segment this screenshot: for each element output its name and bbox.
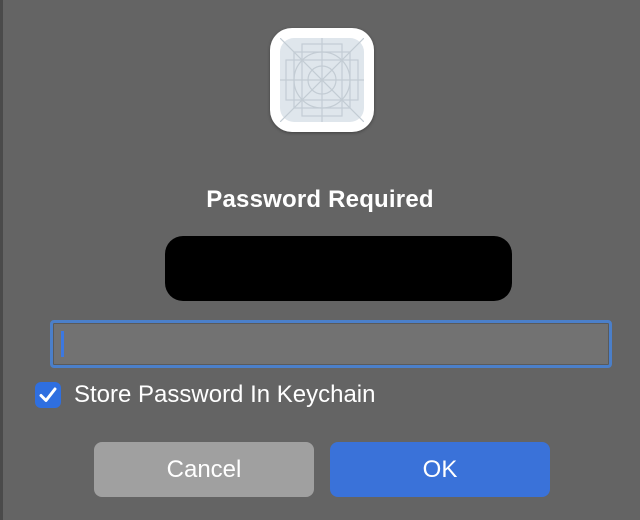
redacted-message [165,236,512,301]
store-password-checkbox[interactable] [35,382,61,408]
password-input[interactable] [50,320,612,368]
window-edge [0,0,3,520]
password-dialog: Password Required Store Password In Keyc… [0,0,640,520]
app-placeholder-icon [270,28,374,132]
dialog-title: Password Required [206,186,434,213]
checkmark-icon [39,387,57,402]
ok-button[interactable]: OK [330,442,550,497]
store-password-label[interactable]: Store Password In Keychain [74,381,376,409]
cancel-button[interactable]: Cancel [94,442,314,497]
text-caret [61,331,64,357]
